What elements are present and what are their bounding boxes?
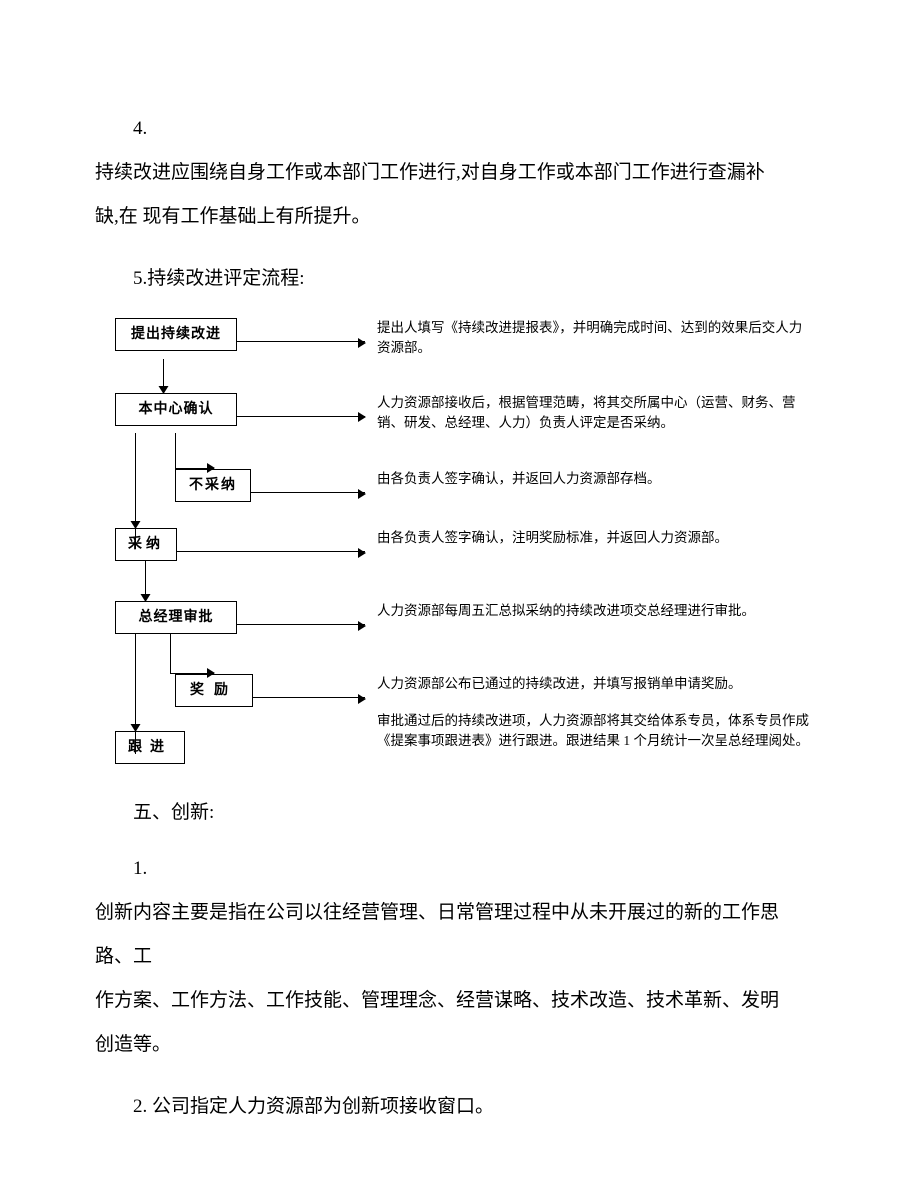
arrow-right-icon (251, 492, 365, 493)
flow-desc-reject: 由各负责人签字确认，并返回人力资源部存档。 (365, 469, 810, 489)
flow-box-reject: 不采纳 (175, 469, 251, 502)
flowchart: 提出持续改进 提出人填写《持续改进提报表》，并明确完成时间、达到的效果后交人力资… (115, 318, 810, 764)
document-page: 4. 持续改进应围绕自身工作或本部门工作进行,对自身工作或本部门工作进行查漏补 … (0, 0, 920, 1192)
innovation-1-line-3: 作方案、工作方法、工作技能、管理理念、经营谋略、技术改造、技术革新、发明 (95, 982, 830, 1020)
flow-desc-center: 人力资源部接收后，根据管理范畴，将其交所属中心（运营、财务、营销、研发、总经理、… (365, 393, 810, 434)
flow-box-reward: 奖励 (175, 674, 253, 707)
flow-box-follow: 跟进 (115, 731, 185, 764)
arrow-right-icon (253, 697, 365, 698)
innovation-1-number: 1. (95, 850, 830, 888)
flow-box-propose: 提出持续改进 (115, 318, 237, 351)
arrow-right-icon (237, 341, 365, 342)
arrow-right-icon (237, 416, 365, 417)
flow-box-center: 本中心确认 (115, 393, 237, 426)
innovation-2: 2. 公司指定人力资源部为创新项接收窗口。 (95, 1088, 830, 1126)
flow-desc-accept: 由各负责人签字确认，注明奖励标准，并返回人力资源部。 (365, 528, 810, 548)
flow-desc-propose: 提出人填写《持续改进提报表》，并明确完成时间、达到的效果后交人力资源部。 (365, 318, 810, 359)
flow-box-approve: 总经理审批 (115, 601, 237, 634)
innovation-1-line-1: 创新内容主要是指在公司以往经营管理、日常管理过程中从未开展过的新的工作思 (95, 894, 830, 932)
arrow-right-icon (237, 624, 365, 625)
flow-box-accept: 采纳 (115, 528, 177, 561)
arrow-right-icon (177, 551, 365, 552)
innovation-1-line-2: 路、工 (95, 938, 830, 976)
flow-desc-reward: 人力资源部公布已通过的持续改进，并填写报销单申请奖励。 (365, 674, 810, 694)
section-5-heading: 五、创新: (95, 794, 830, 832)
item-4-line-2: 缺,在 现有工作基础上有所提升。 (95, 198, 830, 236)
item-4-number: 4. (95, 110, 830, 148)
item-5-header: 5.持续改进评定流程: (95, 260, 830, 298)
flow-desc-approve: 人力资源部每周五汇总拟采纳的持续改进项交总经理进行审批。 (365, 601, 810, 621)
flow-desc-follow: 审批通过后的持续改进项，人力资源部将其交给体系专员，体系专员作成《提案事项跟进表… (365, 711, 810, 752)
item-4-line-1: 持续改进应围绕自身工作或本部门工作进行,对自身工作或本部门工作进行查漏补 (95, 154, 830, 192)
innovation-1-line-4: 创造等。 (95, 1026, 830, 1064)
